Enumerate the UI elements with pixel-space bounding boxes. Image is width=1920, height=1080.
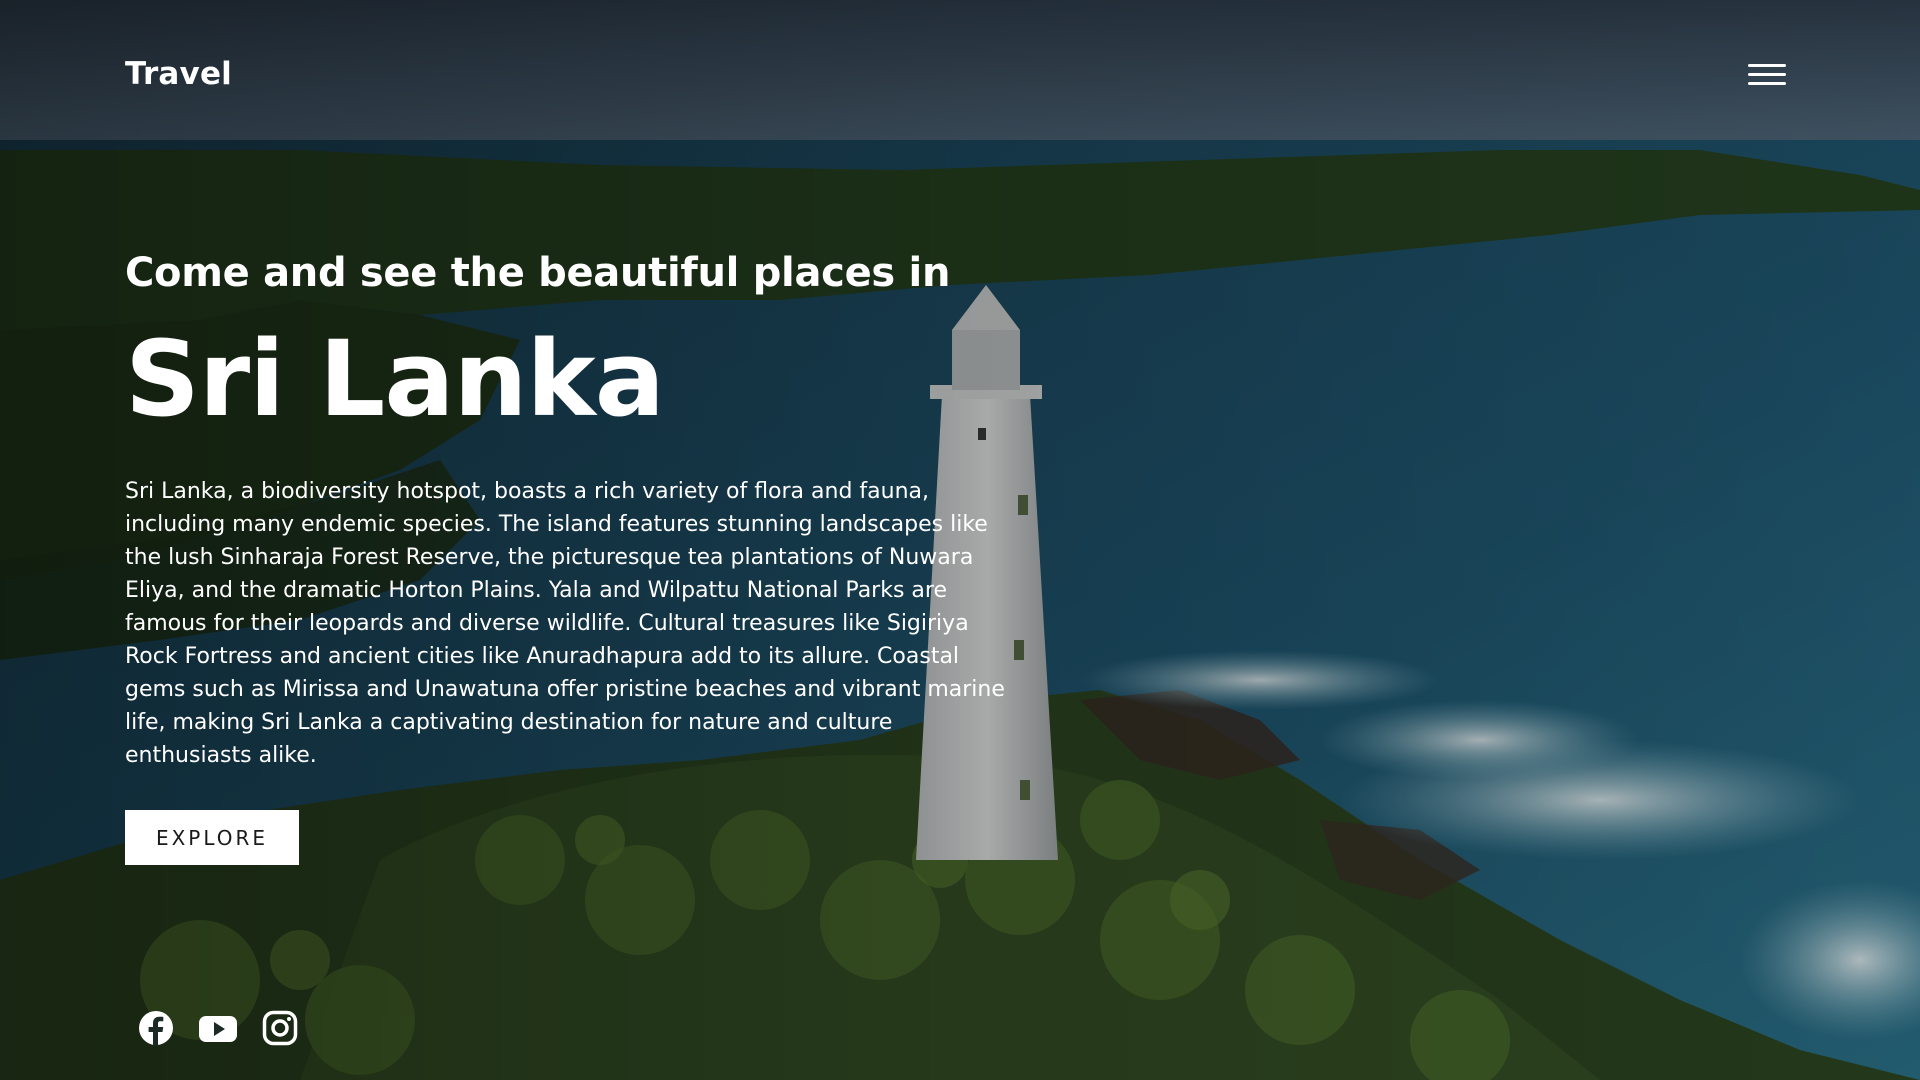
explore-button[interactable]: EXPLORE (125, 810, 299, 865)
hamburger-menu-icon[interactable] (1748, 60, 1788, 90)
youtube-icon[interactable] (198, 1010, 238, 1046)
hero-description: Sri Lanka, a biodiversity hotspot, boast… (125, 479, 1005, 768)
instagram-icon[interactable] (262, 1010, 298, 1046)
hero-title: Sri Lanka (125, 318, 665, 440)
hero-section: Travel Come and see the beautiful places… (0, 0, 1920, 1080)
social-links (138, 1010, 298, 1046)
site-logo[interactable]: Travel (125, 56, 232, 92)
facebook-icon[interactable] (138, 1010, 174, 1046)
hero-content: Come and see the beautiful places in Sri… (125, 245, 1005, 865)
hero-subtitle: Come and see the beautiful places in (125, 250, 951, 296)
